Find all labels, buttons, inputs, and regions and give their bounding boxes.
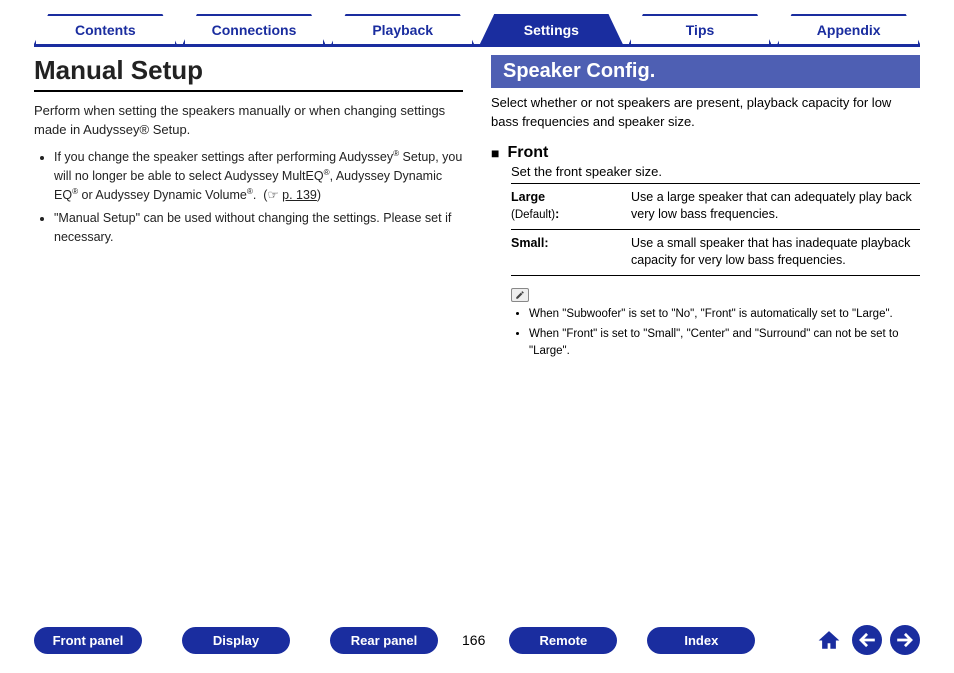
info-item-2: When "Front" is set to "Small", "Center"… <box>529 326 920 361</box>
square-bullet-icon: ■ <box>491 145 499 161</box>
right-column: Speaker Config. Select whether or not sp… <box>491 55 920 615</box>
left-notes-list: If you change the speaker settings after… <box>54 148 463 247</box>
left-note-2: "Manual Setup" can be used without chang… <box>54 209 463 247</box>
option-label-main-2: Small: <box>511 236 549 250</box>
option-row-large: Large (Default): Use a large speaker tha… <box>511 184 920 230</box>
tab-settings[interactable]: Settings <box>480 14 623 44</box>
option-desc-large: Use a large speaker that can adequately … <box>631 189 920 224</box>
home-icon[interactable] <box>814 625 844 655</box>
next-page-icon[interactable] <box>890 625 920 655</box>
option-desc-small: Use a small speaker that has inadequate … <box>631 235 920 270</box>
page-number: 166 <box>462 632 485 648</box>
tab-tips[interactable]: Tips <box>629 14 772 44</box>
info-item-1: When "Subwoofer" is set to "No", "Front"… <box>529 306 920 323</box>
prev-page-icon[interactable] <box>852 625 882 655</box>
tab-connections[interactable]: Connections <box>183 14 326 44</box>
page-title: Manual Setup <box>34 55 463 92</box>
tab-playback[interactable]: Playback <box>331 14 474 44</box>
right-intro: Select whether or not speakers are prese… <box>491 94 920 132</box>
option-label-main: Large <box>511 190 545 204</box>
tab-underline <box>34 44 920 47</box>
nav-display[interactable]: Display <box>182 627 290 654</box>
tab-contents[interactable]: Contents <box>34 14 177 44</box>
top-tabs: Contents Connections Playback Settings T… <box>0 0 954 44</box>
nav-front-panel[interactable]: Front panel <box>34 627 142 654</box>
info-list: When "Subwoofer" is set to "No", "Front"… <box>529 306 920 361</box>
subhead-label: Front <box>507 144 548 162</box>
nav-remote[interactable]: Remote <box>509 627 617 654</box>
note-text-1: If you change the speaker settings after… <box>54 150 462 202</box>
bottom-nav: Front panel Display Rear panel 166 Remot… <box>0 615 954 673</box>
option-label-sub: (Default) <box>511 209 555 221</box>
subhead-front: ■ Front <box>491 144 920 162</box>
option-label-small: Small: <box>511 235 631 270</box>
left-note-1: If you change the speaker settings after… <box>54 148 463 205</box>
option-table: Large (Default): Use a large speaker tha… <box>511 183 920 276</box>
content-area: Manual Setup Perform when setting the sp… <box>0 55 954 615</box>
page-ref-link[interactable]: p. 139 <box>282 188 317 202</box>
left-intro: Perform when setting the speakers manual… <box>34 102 463 140</box>
section-banner: Speaker Config. <box>491 55 920 88</box>
option-row-small: Small: Use a small speaker that has inad… <box>511 230 920 276</box>
pencil-note-icon <box>511 288 529 302</box>
tab-appendix[interactable]: Appendix <box>777 14 920 44</box>
option-label-suffix: : <box>555 207 559 221</box>
option-label-large: Large (Default): <box>511 189 631 224</box>
manual-page: Contents Connections Playback Settings T… <box>0 0 954 673</box>
nav-index[interactable]: Index <box>647 627 755 654</box>
left-column: Manual Setup Perform when setting the sp… <box>34 55 463 615</box>
nav-rear-panel[interactable]: Rear panel <box>330 627 438 654</box>
subhead-description: Set the front speaker size. <box>511 164 920 179</box>
